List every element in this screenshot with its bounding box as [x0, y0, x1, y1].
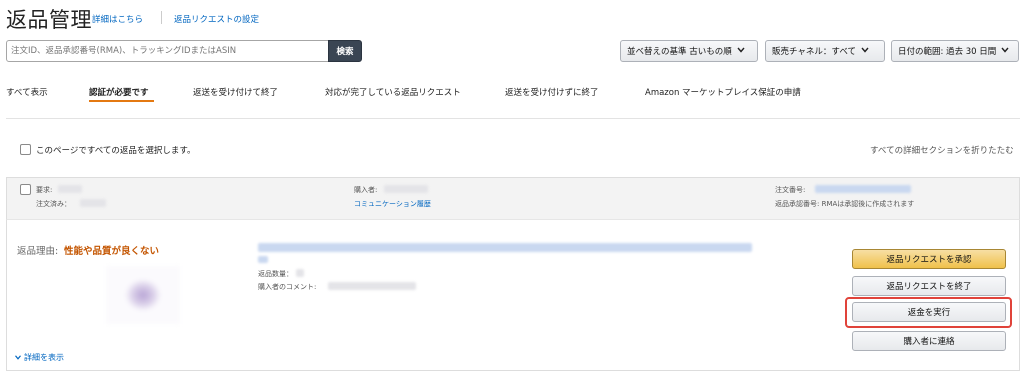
search-button[interactable]: 検索: [328, 40, 362, 62]
chevron-down-icon: [15, 355, 21, 360]
active-tab-indicator: [89, 100, 154, 102]
redacted-buyer-name: [384, 185, 428, 193]
rma-label: 返品承認番号: RMAは承認後に作成されます: [775, 200, 915, 208]
tab-all[interactable]: すべて表示: [6, 86, 48, 98]
return-settings-link[interactable]: 返品リクエストの設定: [174, 13, 259, 25]
date-range-dropdown-label: 日付の範囲: 過去 30 日間: [898, 47, 997, 57]
request-label: 要求:: [36, 186, 53, 194]
tabs-divider: [6, 118, 1020, 119]
header-separator: [161, 11, 162, 24]
redacted-order-date: [80, 199, 106, 207]
buyer-label: 購入者:: [354, 186, 378, 194]
order-number-label: 注文番号:: [775, 186, 806, 194]
contact-buyer-button[interactable]: 購入者に連絡: [852, 331, 1006, 351]
tab-a-to-z-claims[interactable]: Amazon マーケットプレイス保証の申請: [645, 86, 801, 98]
ordered-label: 注文済み：: [36, 200, 71, 208]
chevron-down-icon: [861, 46, 869, 56]
tab-authorization-required[interactable]: 認証が必要です: [89, 86, 149, 98]
issue-refund-button[interactable]: 返金を実行: [852, 302, 1006, 322]
sort-dropdown[interactable]: 並べ替えの基準 古いもの順: [620, 40, 758, 62]
collapse-all-link[interactable]: すべての詳細セクションを折りたたむ: [870, 144, 1014, 156]
channel-dropdown[interactable]: 販売チャネル：すべて: [765, 40, 885, 62]
details-link[interactable]: 詳細はこちら: [92, 13, 143, 25]
search-input[interactable]: [6, 40, 329, 62]
return-reason-label: 返品理由:: [17, 246, 59, 257]
select-all-checkbox[interactable]: [20, 144, 31, 155]
redacted-product-title[interactable]: [258, 243, 752, 252]
show-details-label: 詳細を表示: [24, 353, 64, 362]
tab-closed-without-return[interactable]: 返送を受け付けずに終了: [505, 86, 599, 98]
channel-dropdown-label: 販売チャネル：すべて: [772, 47, 856, 57]
select-all-label: このページですべての返品を選択します。: [36, 146, 196, 156]
approve-return-button[interactable]: 返品リクエストを承認: [852, 249, 1006, 269]
close-return-button[interactable]: 返品リクエストを終了: [852, 276, 1006, 296]
chevron-down-icon: [737, 46, 745, 56]
communication-history-link[interactable]: コミュニケーション履歴: [354, 199, 431, 209]
redacted-buyer-comment: [328, 282, 416, 290]
sort-dropdown-label: 並べ替えの基準 古いもの順: [627, 47, 732, 57]
return-reason-value: 性能や品質が良くない: [64, 246, 160, 257]
page-title: 返品管理: [6, 8, 92, 32]
tab-closed-with-return[interactable]: 返送を受け付けて終了: [193, 86, 278, 98]
redacted-quantity: [296, 269, 304, 277]
date-range-dropdown[interactable]: 日付の範囲: 過去 30 日間: [891, 40, 1019, 62]
redacted-product-title-2[interactable]: [258, 256, 268, 263]
return-quantity-label: 返品数量：: [258, 270, 293, 278]
redacted-request-id: [58, 185, 82, 193]
buyer-comment-label: 購入者のコメント:: [258, 283, 317, 291]
show-details-link[interactable]: 詳細を表示: [15, 352, 64, 363]
tab-completed-requests[interactable]: 対応が完了している返品リクエスト: [325, 86, 461, 98]
product-image[interactable]: [106, 266, 180, 324]
redacted-order-number[interactable]: [815, 185, 911, 193]
order-card-header: [6, 177, 1020, 219]
order-checkbox[interactable]: [20, 184, 31, 195]
chevron-down-icon: [1001, 46, 1009, 56]
